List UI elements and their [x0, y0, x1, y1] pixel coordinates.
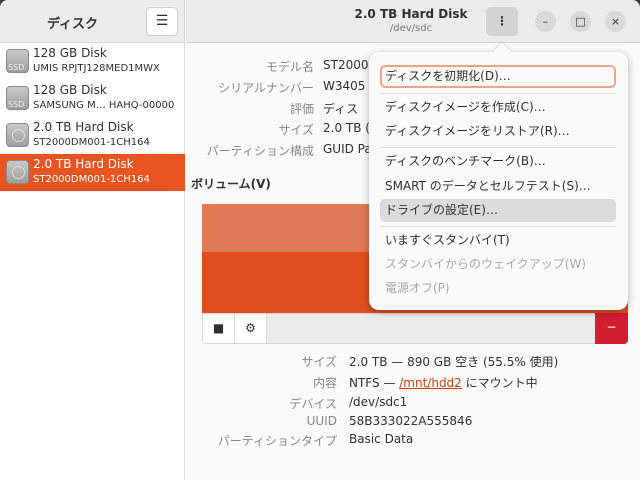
menu-item-benchmark[interactable]: ディスクのベンチマーク(B)…	[380, 150, 616, 173]
delete-partition-button[interactable]: −	[595, 313, 628, 344]
ssd-icon: SSD	[6, 86, 29, 110]
disk-name: 128 GB Disk	[33, 46, 107, 60]
menu-item-format-disk[interactable]: ディスクを初期化(D)…	[380, 65, 616, 88]
assessment-label: 評価	[289, 102, 314, 116]
disk-list-item[interactable]: SSD 128 GB Disk UMIS RPJTJ128MED1MWX	[0, 43, 185, 80]
hdd-icon	[6, 123, 29, 147]
disk-list-item-selected[interactable]: 2.0 TB Hard Disk ST2000DM001-1CH164	[0, 154, 185, 191]
partitioning-label: パーティション構成	[206, 144, 314, 158]
menu-item-create-image[interactable]: ディスクイメージを作成(C)…	[380, 96, 616, 119]
menu-separator	[380, 147, 616, 148]
mount-point-link[interactable]: /mnt/hdd2	[399, 376, 462, 390]
vol-size-label: サイズ	[301, 355, 337, 369]
assessment-value: ディス	[323, 102, 359, 116]
device-label: デバイス	[289, 397, 337, 411]
hamburger-menu-button[interactable]: ☰	[146, 7, 178, 36]
menu-item-standby[interactable]: いますぐスタンバイ(T)	[380, 229, 616, 252]
partition-settings-button[interactable]: ⚙	[235, 314, 267, 343]
disk-model: UMIS RPJTJ128MED1MWX	[33, 63, 160, 74]
maximize-button[interactable]: □	[570, 11, 591, 32]
disk-name: 128 GB Disk	[33, 83, 107, 97]
disk-list-item[interactable]: 2.0 TB Hard Disk ST2000DM001-1CH164	[0, 117, 185, 154]
maximize-icon: □	[575, 15, 586, 28]
menu-item-wakeup: スタンバイからのウェイクアップ(W)	[385, 257, 586, 271]
menu-item-restore-image[interactable]: ディスクイメージをリストア(R)…	[380, 120, 616, 143]
disk-name: 2.0 TB Hard Disk	[33, 120, 134, 134]
device-value: /dev/sdc1	[349, 395, 408, 409]
close-button[interactable]: ×	[605, 11, 626, 32]
page-title: 2.0 TB Hard Disk	[354, 7, 468, 21]
ssd-icon: SSD	[6, 49, 29, 73]
model-value: ST2000	[323, 58, 369, 72]
volumes-heading: ボリューム(V)	[191, 177, 271, 191]
serial-label: シリアルナンバー	[218, 81, 314, 95]
size-value: 2.0 TB (	[323, 121, 370, 135]
sidebar: ディスク ☰ SSD 128 GB Disk UMIS RPJTJ128MED1…	[0, 0, 185, 480]
close-icon: ×	[610, 15, 621, 28]
size-label: サイズ	[278, 123, 314, 137]
unmount-button[interactable]: ■	[203, 314, 235, 343]
disk-model: ST2000DM001-1CH164	[33, 137, 150, 148]
minimize-button[interactable]: –	[535, 11, 556, 32]
menu-separator	[380, 226, 616, 227]
header-bar: 2.0 TB Hard Disk /dev/sdc ⋮ – □ ×	[186, 0, 640, 43]
disk-list-item[interactable]: SSD 128 GB Disk SAMSUNG M… HAHQ-00000	[0, 80, 185, 117]
drive-menu-popover: ディスクを初期化(D)… ディスクイメージを作成(C)… ディスクイメージをリス…	[369, 52, 628, 310]
uuid-value: 58B333022A555846	[349, 414, 473, 428]
hamburger-icon: ☰	[155, 13, 169, 29]
minimize-icon: –	[542, 15, 549, 28]
menu-separator	[380, 93, 616, 94]
disk-model: SAMSUNG M… HAHQ-00000	[33, 100, 175, 111]
menu-item-drive-settings[interactable]: ドライブの設定(E)…	[380, 199, 616, 222]
gear-icon: ⚙	[245, 321, 256, 335]
sidebar-header: ディスク ☰	[0, 0, 184, 43]
disk-name: 2.0 TB Hard Disk	[33, 157, 134, 171]
stop-icon: ■	[212, 321, 225, 335]
contents-value: NTFS — /mnt/hdd2 にマウント中	[349, 376, 538, 390]
partition-type-value: Basic Data	[349, 432, 414, 446]
uuid-label: UUID	[306, 414, 337, 428]
menu-item-power-off: 電源オフ(P)	[385, 281, 450, 295]
hdd-icon	[6, 160, 29, 184]
volume-toolbar: ■ ⚙ −	[202, 313, 628, 344]
partitioning-value: GUID Pa	[323, 142, 372, 156]
minus-icon: −	[606, 320, 617, 334]
vol-size-value: 2.0 TB — 890 GB 空き (55.5% 使用)	[349, 355, 559, 369]
disks-window: ディスク ☰ SSD 128 GB Disk UMIS RPJTJ128MED1…	[0, 0, 640, 480]
serial-value: W3405	[323, 79, 366, 93]
partition-type-label: パーティションタイプ	[217, 434, 337, 448]
menu-item-smart[interactable]: SMART のデータとセルフテスト(S)…	[380, 175, 616, 198]
disk-model: ST2000DM001-1CH164	[33, 174, 150, 185]
kebab-icon: ⋮	[496, 14, 508, 28]
page-subtitle: /dev/sdc	[389, 23, 433, 34]
drive-menu-button[interactable]: ⋮	[486, 7, 518, 36]
contents-label: 内容	[312, 376, 337, 390]
model-label: モデル名	[265, 60, 314, 74]
